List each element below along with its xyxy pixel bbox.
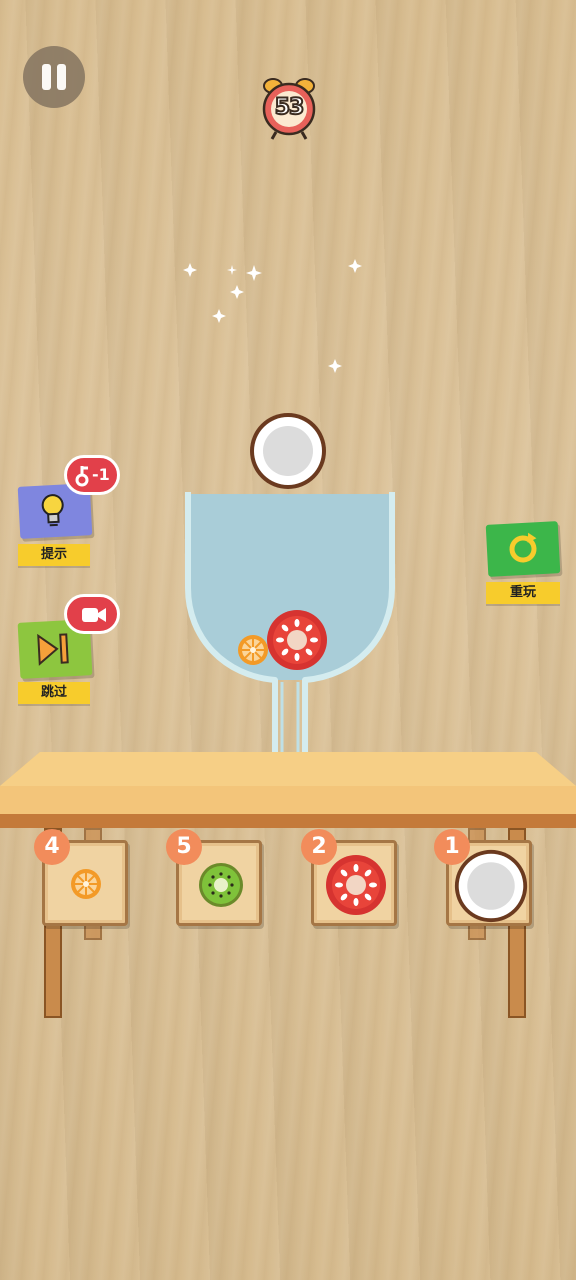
video-icon <box>82 608 106 622</box>
pause-button[interactable] <box>23 46 85 108</box>
table-top <box>0 752 576 816</box>
hint-label[interactable]: 提示 <box>18 544 90 566</box>
tomato-slice-icon <box>326 855 386 915</box>
skip-label[interactable]: 跳过 <box>18 682 90 704</box>
timer: 53 <box>258 76 320 140</box>
kiwi-slice-icon <box>199 863 243 907</box>
video-ad-bubble <box>64 594 120 634</box>
replay-label[interactable]: 重玩 <box>486 582 560 604</box>
timer-value: 53 <box>274 94 306 121</box>
table-edge <box>0 814 576 828</box>
tomato-in-glass <box>267 610 327 670</box>
replay-icon <box>509 532 537 563</box>
glass <box>185 492 395 787</box>
replay-button[interactable] <box>485 521 561 577</box>
hint-cost-bubble: -1 <box>64 455 120 495</box>
tray-count-orange: 4 <box>34 829 70 865</box>
hint-cost: -1 <box>92 465 110 484</box>
falling-coconut <box>250 413 326 489</box>
orange-slice-icon <box>71 869 101 899</box>
pause-icon <box>42 64 51 90</box>
tray-count-kiwi: 5 <box>166 829 202 865</box>
sparkle-icons <box>183 259 362 373</box>
tray-count-coconut: 1 <box>434 829 470 865</box>
tray-count-tomato: 2 <box>301 829 337 865</box>
key-icon <box>75 466 89 487</box>
orange-in-glass <box>238 635 268 665</box>
